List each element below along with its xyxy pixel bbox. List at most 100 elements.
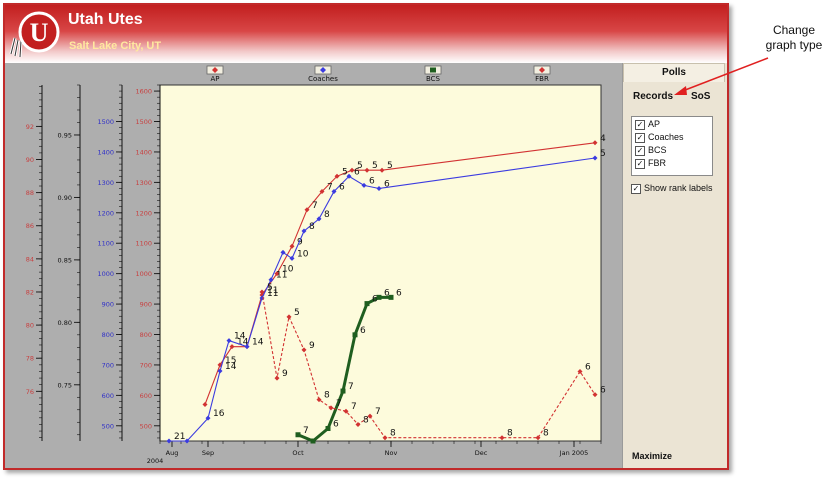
- rank-label: 8: [507, 429, 513, 439]
- rank-label: 6: [339, 182, 345, 192]
- rank-label: 10: [297, 249, 309, 259]
- y-tick-label: 90: [26, 156, 34, 164]
- rank-label: 6: [396, 288, 402, 298]
- show-rank-labels-checkbox[interactable]: ✓ Show rank labels: [631, 183, 713, 194]
- side-panel: Polls Records SoS ✓ AP ✓ Coaches ✓ BCS ✓ FBR…: [622, 63, 727, 468]
- x-tick-label: Aug: [166, 449, 179, 457]
- y-tick-label: 76: [26, 388, 34, 396]
- app-title: Utah Utes: [68, 11, 143, 28]
- rank-label: 8: [309, 222, 315, 232]
- tab-sos[interactable]: SoS: [691, 91, 710, 102]
- checkbox-ap[interactable]: ✓ AP: [635, 119, 660, 132]
- tab-records[interactable]: Records: [633, 91, 673, 102]
- rank-label: 6: [333, 420, 339, 430]
- legend-label: AP: [210, 75, 219, 83]
- x-tick-label: Nov: [385, 449, 398, 457]
- data-point-bcs: [388, 294, 394, 300]
- data-point-bcs: [376, 294, 382, 300]
- checkmark-icon: ✓: [635, 158, 645, 169]
- y-tick-label: 1100: [135, 240, 152, 248]
- data-point-bcs: [295, 432, 301, 438]
- annotation-callout: Change graph type: [750, 23, 838, 53]
- rank-label: 7: [312, 201, 318, 211]
- checkmark-icon: ✓: [631, 183, 641, 194]
- rank-label: 6: [585, 362, 591, 372]
- rank-label: 8: [390, 429, 396, 439]
- y-tick-label: 600: [140, 392, 152, 400]
- y-tick-label: 500: [140, 422, 152, 430]
- y-tick-label: 1200: [135, 209, 152, 217]
- checkbox-label: FBR: [648, 158, 666, 168]
- rank-label: 14: [252, 338, 264, 348]
- y-tick-label: 1100: [97, 240, 114, 248]
- rank-label: 9: [309, 341, 315, 351]
- rank-label: 8: [324, 391, 330, 401]
- rank-label: 7: [375, 407, 381, 417]
- rank-label: 5: [387, 161, 393, 171]
- y-tick-label: 1400: [135, 148, 152, 156]
- rank-label: 14: [225, 362, 237, 372]
- data-point-bcs: [325, 426, 331, 432]
- plot-background: [159, 84, 602, 442]
- y-tick-label: 78: [26, 355, 34, 363]
- checkbox-fbr[interactable]: ✓ FBR: [635, 158, 666, 171]
- y-tick-label: 1600: [135, 88, 152, 96]
- checkbox-coaches[interactable]: ✓ Coaches: [635, 132, 684, 145]
- y-tick-label: 0.90: [58, 194, 72, 202]
- y-tick-label: 1300: [135, 179, 152, 187]
- checkbox-bcs[interactable]: ✓ BCS: [635, 145, 667, 158]
- rank-label: 11: [276, 271, 287, 281]
- data-point-bcs: [364, 301, 370, 307]
- checkbox-label: AP: [648, 119, 661, 129]
- legend-item: FBR: [533, 65, 551, 83]
- x-tick-label: Dec: [475, 449, 488, 457]
- y-tick-label: 0.75: [58, 381, 72, 389]
- rank-label: 9: [282, 369, 288, 379]
- rank-label: 5: [372, 161, 378, 171]
- rank-label: 14: [234, 332, 246, 342]
- checkmark-icon: ✓: [635, 132, 645, 143]
- checkmark-icon: ✓: [635, 119, 645, 130]
- rank-label: 5: [342, 167, 348, 177]
- y-tick-label: 88: [26, 189, 34, 197]
- data-point-bcs: [310, 438, 316, 444]
- series-checkbox-list: ✓ AP ✓ Coaches ✓ BCS ✓ FBR: [631, 116, 713, 176]
- y-tick-label: 86: [26, 222, 34, 230]
- y-tick-label: 1400: [97, 148, 114, 156]
- chart-area: AP Coaches BCS FBR 76 78 80 82 84 86 88 90 92 0.75 0.8…: [5, 63, 622, 468]
- y-tick-label: 92: [26, 123, 34, 131]
- rank-label: 6: [600, 386, 606, 396]
- y-tick-label: 900: [140, 301, 152, 309]
- rank-label: 16: [213, 409, 225, 419]
- annotation-line-2: graph type: [765, 38, 823, 52]
- rank-label: 7: [348, 382, 354, 392]
- rank-label: 5: [600, 149, 606, 159]
- y-tick-label: 600: [102, 392, 114, 400]
- y-tick-label: 700: [102, 361, 114, 369]
- y-tick-label: 0.95: [58, 131, 72, 139]
- app-subtitle: Salt Lake City, UT: [69, 40, 162, 52]
- rank-label: 7: [303, 426, 309, 436]
- rank-label: 6: [384, 179, 390, 189]
- data-point-bcs: [352, 332, 358, 338]
- legend-label: FBR: [535, 75, 549, 83]
- rank-label: 6: [354, 167, 360, 177]
- y-tick-label: 800: [140, 331, 152, 339]
- legend-marker: [430, 67, 436, 73]
- rank-label: 21: [174, 432, 185, 442]
- y-tick-label: 0.80: [58, 319, 72, 327]
- y-tick-label: 1500: [97, 118, 114, 126]
- y-tick-label: 80: [26, 322, 34, 330]
- checkbox-label: BCS: [648, 145, 667, 155]
- legend-item: AP: [206, 65, 224, 83]
- y-tick-label: 1200: [97, 209, 114, 217]
- tab-polls[interactable]: Polls: [623, 63, 725, 82]
- logo-letter: U: [30, 18, 49, 47]
- checkmark-icon: ✓: [635, 145, 645, 156]
- y-tick-label: 84: [26, 255, 34, 263]
- y-tick-label: 1300: [97, 179, 114, 187]
- x-year-label: 2004: [147, 457, 164, 465]
- y-tick-label: 800: [102, 331, 114, 339]
- maximize-button[interactable]: Maximize: [632, 451, 672, 461]
- y-tick-label: 900: [102, 301, 114, 309]
